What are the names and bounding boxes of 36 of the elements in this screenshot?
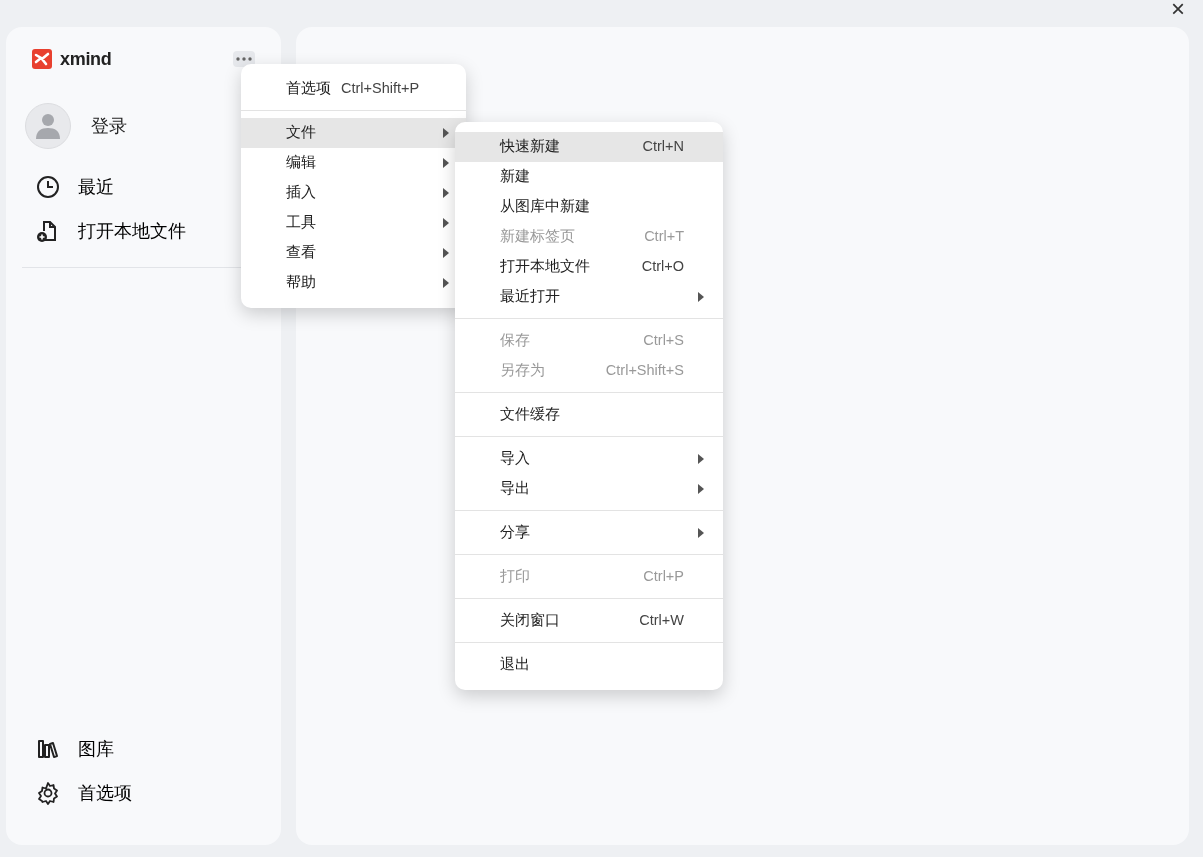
logo-text: xmind xyxy=(60,47,112,71)
menu-item[interactable]: 打开本地文件 Ctrl+O xyxy=(455,252,723,282)
sidebar-item[interactable]: 图库 xyxy=(22,727,265,771)
menu-item[interactable]: 导出 xyxy=(455,474,723,504)
submenu-arrow-icon xyxy=(697,292,704,302)
menu-item[interactable]: 快速新建 Ctrl+N xyxy=(455,132,723,162)
sidebar-item[interactable]: 打开本地文件 xyxy=(22,209,265,253)
submenu-arrow-icon xyxy=(697,528,704,538)
menu-item[interactable]: 从图库中新建 xyxy=(455,192,723,222)
close-button[interactable]: × xyxy=(1171,0,1185,21)
submenu-arrow-icon xyxy=(443,188,449,198)
logo-icon xyxy=(32,49,52,69)
menu-item[interactable]: 文件 xyxy=(241,118,466,148)
clock-icon xyxy=(36,175,60,199)
submenu-arrow-icon xyxy=(443,128,449,138)
submenu-arrow-icon xyxy=(697,454,704,464)
menu-item[interactable]: 导入 xyxy=(455,444,723,474)
submenu-arrow-icon xyxy=(443,158,449,168)
menu-item[interactable]: 新建 xyxy=(455,162,723,192)
more-button[interactable] xyxy=(233,51,255,67)
sidebar-item[interactable]: 首选项 xyxy=(22,771,265,815)
submenu-arrow-icon xyxy=(443,248,449,258)
login-link[interactable]: 登录 xyxy=(91,112,127,140)
more-icon xyxy=(236,57,252,61)
submenu-arrow-icon xyxy=(443,278,449,288)
menu-item[interactable]: 首选项 Ctrl+Shift+P xyxy=(241,74,466,104)
menu-item[interactable]: 文件缓存 xyxy=(455,400,723,430)
menu-item[interactable]: 退出 xyxy=(455,650,723,680)
gear-icon xyxy=(36,781,60,805)
menu-item[interactable]: 关闭窗口 Ctrl+W xyxy=(455,606,723,636)
menu-item[interactable]: 分享 xyxy=(455,518,723,548)
submenu-arrow-icon xyxy=(697,484,704,494)
submenu-arrow-icon xyxy=(443,218,449,228)
sidebar-item[interactable]: 最近 xyxy=(22,165,265,209)
menu-item[interactable]: 最近打开 xyxy=(455,282,723,312)
books-icon xyxy=(36,737,60,761)
